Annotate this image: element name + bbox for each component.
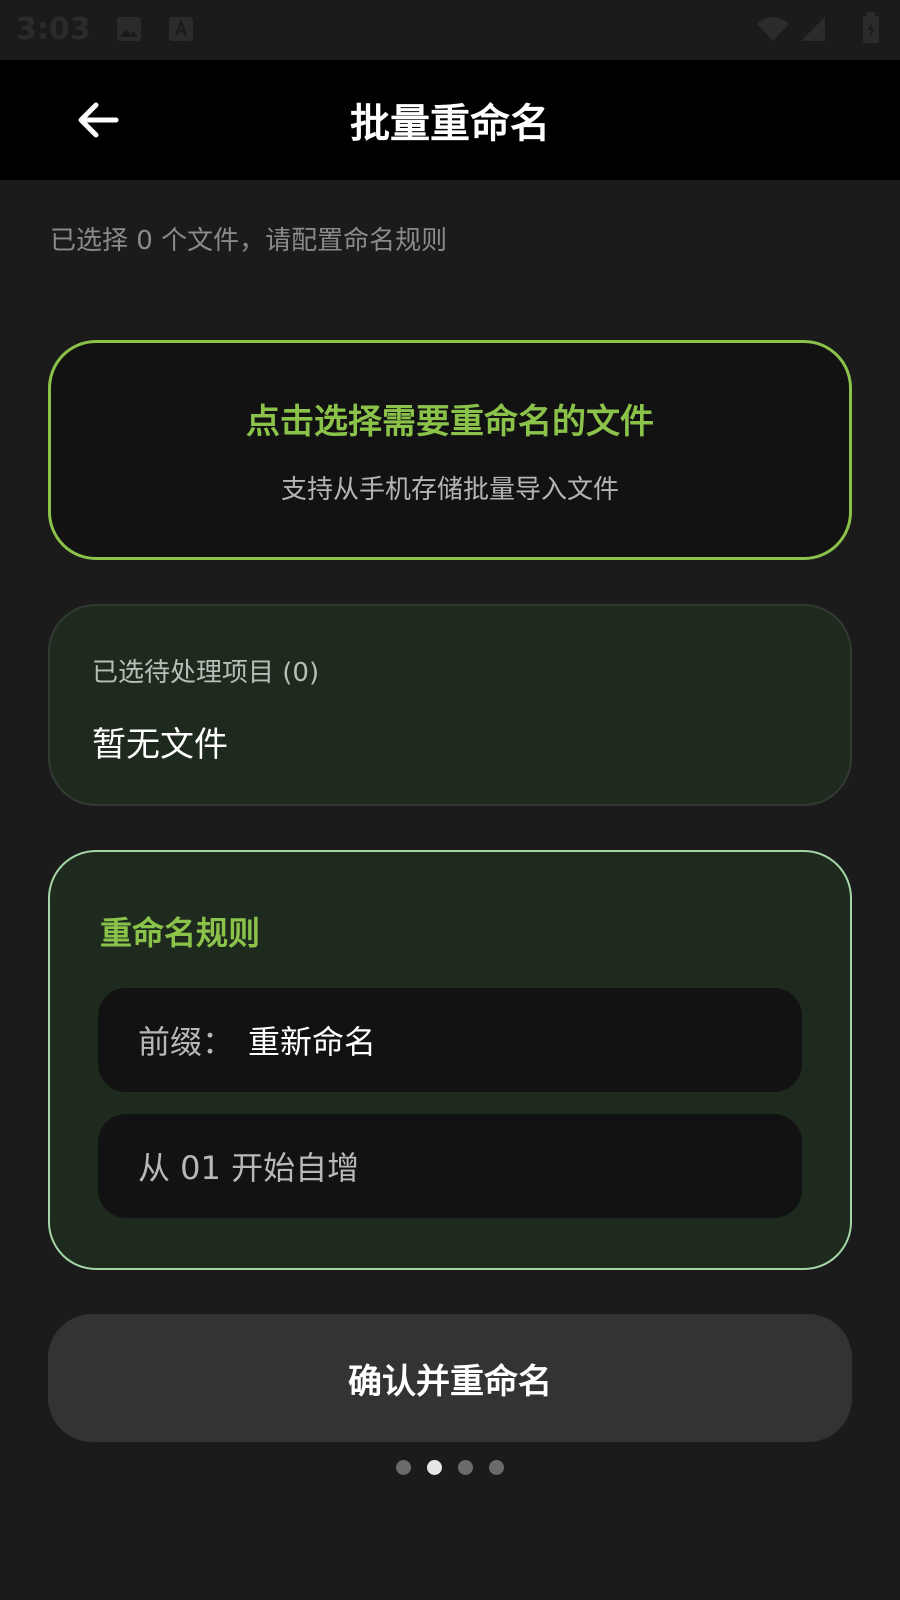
page-indicator — [0, 1460, 900, 1476]
empty-state-text: 暂无文件 — [92, 725, 228, 765]
battery-icon — [862, 12, 880, 44]
selection-summary: 已选择 0 个文件，请配置命名规则 — [50, 226, 448, 256]
prefix-input[interactable]: 前缀： 重新命名 — [98, 988, 802, 1092]
wifi-icon — [756, 16, 790, 42]
select-files-title: 点击选择需要重命名的文件 — [246, 402, 654, 442]
prefix-value: 重新命名 — [248, 1023, 377, 1061]
status-time: 3:03 — [16, 12, 91, 47]
rename-rules-card: 重命名规则 前缀： 重新命名 从 01 开始自增 — [48, 850, 852, 1270]
selected-items-card: 已选待处理项目 (0) 暂无文件 — [48, 604, 852, 806]
page-dot-active[interactable] — [427, 1460, 442, 1475]
status-bar: 3:03 — [0, 0, 900, 60]
signal-icon — [800, 16, 826, 42]
app-bar: 批量重命名 — [0, 60, 900, 180]
page-dot[interactable] — [489, 1460, 504, 1475]
prefix-label: 前缀： — [138, 1023, 235, 1061]
selected-items-label: 已选待处理项目 (0) — [92, 658, 320, 688]
back-button[interactable] — [66, 90, 130, 150]
sequence-start-input[interactable]: 从 01 开始自增 — [98, 1114, 802, 1218]
page-dot[interactable] — [396, 1460, 411, 1475]
arrow-left-icon — [78, 102, 119, 138]
page-title: 批量重命名 — [350, 101, 550, 147]
sequence-start-text: 从 01 开始自增 — [138, 1149, 360, 1187]
page-dot[interactable] — [458, 1460, 473, 1475]
confirm-rename-button[interactable]: 确认并重命名 — [48, 1314, 852, 1442]
select-files-subtitle: 支持从手机存储批量导入文件 — [280, 475, 619, 505]
rename-rules-title: 重命名规则 — [100, 914, 261, 952]
a-icon — [168, 16, 194, 42]
image-icon — [116, 16, 142, 42]
select-files-button[interactable]: 点击选择需要重命名的文件 支持从手机存储批量导入文件 — [48, 340, 852, 560]
